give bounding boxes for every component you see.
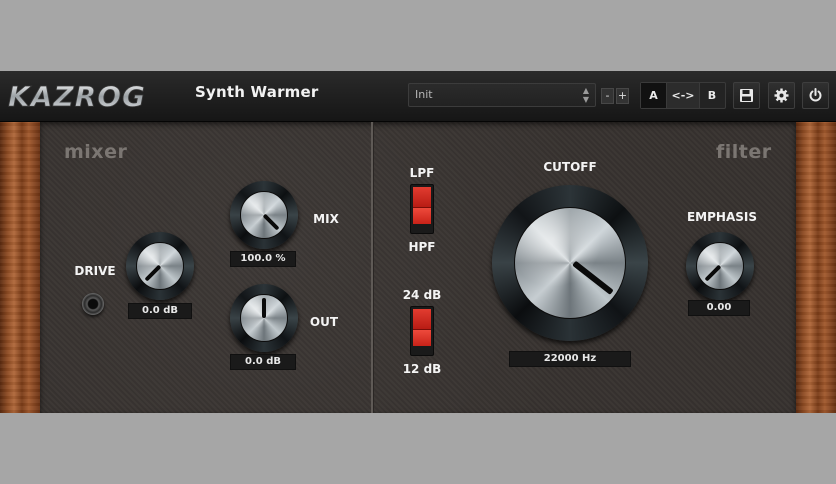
svg-text:KAZROG: KAZROG [8,80,146,113]
filter-slope-switch[interactable] [410,306,434,356]
drive-label: DRIVE [74,264,116,278]
kazrog-logo: KAZROG [8,80,146,113]
ab-compare-group: A <-> B [640,82,726,109]
b-button[interactable]: B [699,83,725,108]
wood-side-left [0,122,40,413]
hpf-label: HPF [408,240,436,254]
out-knob[interactable] [230,284,298,352]
plugin-window: KAZROG Synth Warmer Init ▲▼ - + A <-> B [0,71,836,413]
ab-copy-button[interactable]: <-> [666,83,700,108]
save-button[interactable] [733,82,760,109]
gear-icon [774,88,789,103]
preset-select[interactable]: Init ▲ ▼ [408,83,596,107]
mix-value: 100.0 % [230,251,296,267]
section-divider [371,122,374,413]
drive-knob[interactable] [126,232,194,300]
up-down-arrows-icon: ▲ ▼ [582,86,589,104]
cutoff-label: CUTOFF [543,160,597,174]
mix-knob[interactable] [230,181,298,249]
cutoff-value: 22000 Hz [509,351,631,367]
emphasis-label: EMPHASIS [686,210,757,224]
preset-next-button[interactable]: + [616,88,629,104]
settings-button[interactable] [768,82,795,109]
plugin-name: Synth Warmer [195,83,319,101]
wood-side-right [796,122,836,413]
filter-type-switch[interactable] [410,184,434,234]
out-label: OUT [309,315,339,329]
drive-input-jack[interactable] [82,293,104,315]
out-value: 0.0 dB [230,354,296,370]
emphasis-knob[interactable] [686,232,754,300]
mix-label: MIX [313,212,339,226]
main-panel: mixer DRIVE 0.0 dB MIX 100.0 % OUT 0.0 d… [40,122,796,413]
cutoff-knob[interactable] [492,185,648,341]
slope-12db-label: 12 dB [402,362,442,376]
power-icon [809,88,822,102]
preset-value: Init [415,88,433,101]
filter-title: filter [716,141,772,163]
a-button[interactable]: A [641,83,666,108]
drive-value: 0.0 dB [128,303,192,319]
slope-24db-label: 24 dB [402,288,442,302]
preset-prev-button[interactable]: - [601,88,614,104]
mixer-title: mixer [64,141,128,163]
emphasis-value: 0.00 [688,300,750,316]
header-bar: KAZROG Synth Warmer Init ▲ ▼ - + A <-> B [0,71,836,122]
save-icon [740,89,753,102]
power-button[interactable] [802,82,829,109]
lpf-label: LPF [409,166,435,180]
